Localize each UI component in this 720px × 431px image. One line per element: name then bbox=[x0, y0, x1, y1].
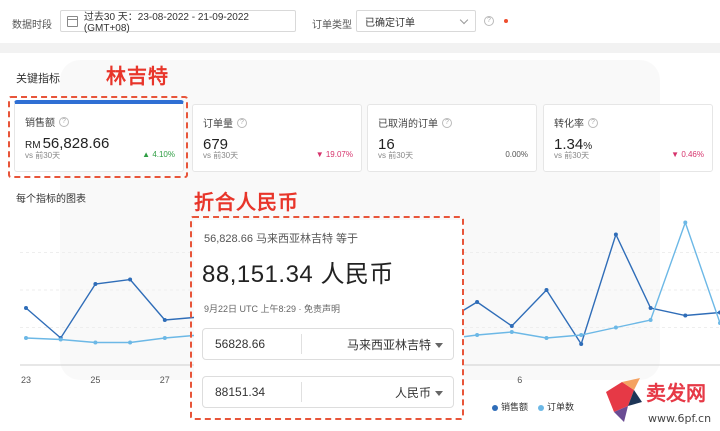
legend-item-orders[interactable]: 订单数 bbox=[538, 400, 574, 413]
brand-logo: 卖发网 www.6pf.cn bbox=[606, 378, 711, 425]
data-point bbox=[475, 300, 480, 304]
data-point bbox=[509, 324, 514, 328]
data-point bbox=[579, 333, 584, 337]
legend-dot bbox=[492, 404, 498, 411]
help-icon[interactable]: ? bbox=[484, 16, 494, 26]
data-point bbox=[128, 340, 133, 345]
chart-section-title: 每个指标的图表 bbox=[16, 194, 86, 205]
metric-label: 已取消的订单 bbox=[378, 119, 438, 130]
metric-change: ▼ 0.46% bbox=[671, 150, 704, 159]
logo-brand-text: 卖发网 bbox=[646, 381, 706, 405]
data-point bbox=[24, 306, 28, 310]
data-point bbox=[93, 340, 98, 345]
metric-label: 转化率 bbox=[554, 119, 584, 130]
date-range-picker[interactable]: 过去30 天：23-08-2022 - 21-09-2022 (GMT+08) bbox=[60, 10, 296, 34]
divider bbox=[0, 43, 720, 53]
metric-compare: vs 前30天 bbox=[378, 151, 414, 160]
order-type-label: 订单类型 bbox=[312, 20, 352, 31]
x-tick-label: 27 bbox=[160, 375, 170, 385]
notification-dot bbox=[504, 19, 508, 23]
metric-change: 0.00% bbox=[505, 150, 528, 159]
order-type-select[interactable]: 已确定订单 bbox=[356, 10, 476, 32]
date-range-label: 数据时段 bbox=[12, 20, 52, 31]
data-point bbox=[162, 318, 167, 322]
chevron-down-icon bbox=[459, 15, 469, 25]
filter-bar: 数据时段 过去30 天：23-08-2022 - 21-09-2022 (GMT… bbox=[0, 0, 720, 42]
ringgit-annotation: 林吉特 bbox=[106, 66, 169, 88]
x-tick-label: 6 bbox=[517, 375, 522, 385]
logo-url-text: www.6pf.cn bbox=[648, 412, 711, 425]
data-point bbox=[475, 333, 480, 337]
data-point bbox=[683, 220, 688, 225]
metric-compare: vs 前30天 bbox=[554, 151, 590, 160]
data-point bbox=[24, 336, 28, 340]
sales-highlight-box bbox=[8, 96, 188, 178]
date-range-value: 过去30 天：23-08-2022 - 21-09-2022 (GMT+08) bbox=[83, 12, 249, 34]
metric-card-conversion[interactable]: 转化率? 1.34% vs 前30天 ▼ 0.46% bbox=[543, 104, 713, 172]
data-point bbox=[58, 337, 63, 342]
x-tick-label: 23 bbox=[21, 375, 31, 385]
data-point bbox=[579, 342, 584, 346]
data-point bbox=[162, 336, 167, 340]
data-point bbox=[93, 282, 98, 286]
data-point bbox=[613, 325, 618, 330]
help-icon[interactable]: ? bbox=[588, 117, 598, 128]
legend-dot bbox=[538, 404, 545, 411]
data-point bbox=[683, 313, 688, 318]
converter-highlight-box bbox=[190, 216, 464, 420]
metric-change: ▼ 19.07% bbox=[315, 150, 353, 159]
metric-compare: vs 前30天 bbox=[203, 151, 239, 160]
metric-card-orders[interactable]: 订单量? 679 vs 前30天 ▼ 19.07% bbox=[192, 104, 362, 172]
data-point bbox=[613, 232, 618, 237]
key-metrics-title: 关键指标 bbox=[16, 73, 60, 85]
data-point bbox=[509, 330, 514, 334]
x-tick-label: 25 bbox=[90, 375, 100, 385]
metric-card-cancelled[interactable]: 已取消的订单? 16 vs 前30天 0.00% bbox=[367, 104, 537, 172]
metric-label: 订单量 bbox=[203, 119, 233, 130]
chart-legend: 销售额 订单数 bbox=[492, 400, 574, 413]
data-point bbox=[544, 288, 549, 292]
data-point bbox=[128, 277, 133, 282]
help-icon[interactable]: ? bbox=[442, 117, 452, 128]
calendar-icon bbox=[67, 15, 78, 27]
order-type-value: 已确定订单 bbox=[365, 17, 415, 29]
help-icon[interactable]: ? bbox=[237, 117, 247, 128]
legend-item-sales[interactable]: 销售额 bbox=[492, 400, 528, 413]
data-point bbox=[648, 318, 653, 322]
data-point bbox=[648, 306, 653, 310]
data-point bbox=[544, 336, 549, 340]
